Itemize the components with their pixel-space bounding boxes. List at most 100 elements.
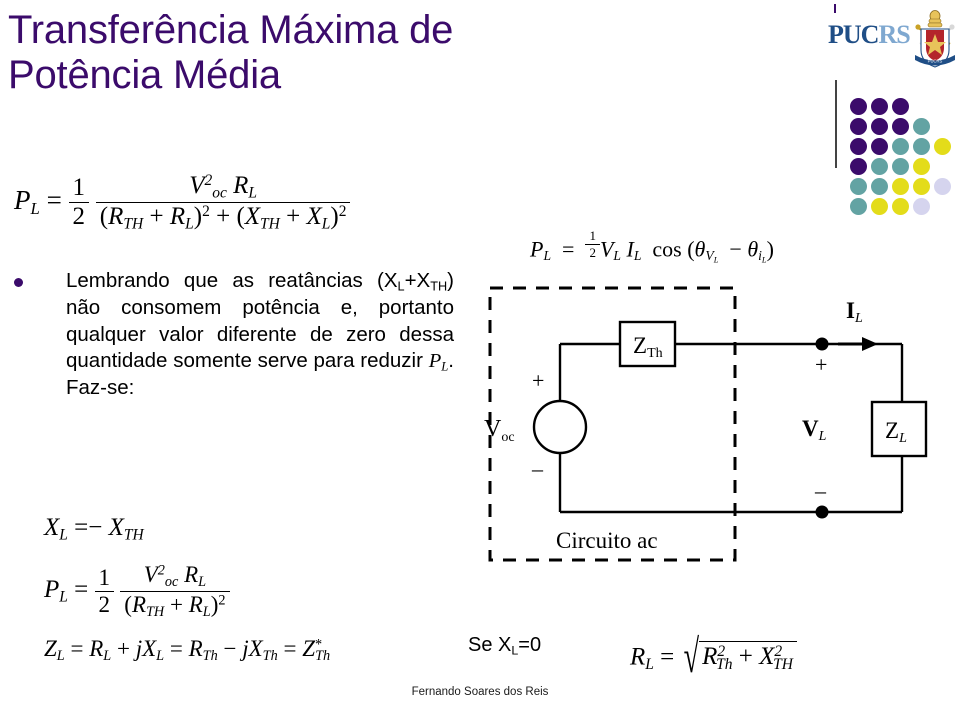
pl2-num-v-sub: oc xyxy=(164,573,179,590)
source-plus-label: + xyxy=(532,368,544,393)
pld-theta-1-subsub: L xyxy=(713,254,719,265)
zl-x-1-sub: L xyxy=(156,647,165,664)
zl-r: R xyxy=(89,636,104,661)
decorative-dot xyxy=(892,158,909,175)
bullet-text-part-1: Lembrando que as reatâncias (X xyxy=(66,269,398,292)
radical-icon: √ xyxy=(683,631,699,684)
pld-cos: cos xyxy=(652,236,682,262)
pld-open: ( xyxy=(687,236,695,262)
formula-lhs-sub: L xyxy=(30,198,40,218)
xl-rhs: X xyxy=(108,514,124,541)
pl2-half-num: 1 xyxy=(98,564,111,590)
pld-half-den: 2 xyxy=(585,244,600,261)
zl-r-2-sub: Th xyxy=(202,647,218,664)
den-plus-2: + xyxy=(286,203,301,231)
source-minus-label: – xyxy=(531,456,544,481)
zl-eq-1: = xyxy=(70,636,84,661)
rl-x-sub: TH xyxy=(773,655,793,673)
page-title-line-2: Potência Média xyxy=(8,52,281,97)
zl-lhs: Z xyxy=(44,636,57,661)
pld-lhs-sub: L xyxy=(543,248,552,264)
decorative-dot xyxy=(871,98,888,115)
node-dot-bottom xyxy=(815,505,829,519)
pld-theta-2-sub: iL xyxy=(758,248,767,264)
pld-theta-1-sub: VL xyxy=(705,248,719,265)
xl-lhs-sub: L xyxy=(59,526,68,544)
decorative-dot xyxy=(850,118,867,135)
xl-lhs: X xyxy=(44,514,60,541)
current-arrow-head-icon xyxy=(862,337,878,351)
footer-author: Fernando Soares dos Reis xyxy=(411,686,549,698)
formula-power-simplified: PL = 1 2 V2oc RL (RTH + RL)2 xyxy=(44,562,230,621)
circuit-svg: + – Voc ZTh ZL VL IL + – Circuito ac xyxy=(484,286,928,562)
rl-radicand: R2Th + X2TH xyxy=(699,641,797,673)
den-r1-sub: TH xyxy=(123,215,144,233)
decorative-dot xyxy=(871,178,888,195)
wordmark-puc: PUC xyxy=(828,20,879,49)
load-current-label: IL xyxy=(846,298,863,326)
formula-resistance-magnitude: RL = √ R2Th + X2TH xyxy=(630,632,797,683)
decorative-dot xyxy=(871,158,888,175)
zl-x-2-sub: Th xyxy=(262,647,278,664)
pl2-den-r2: R xyxy=(188,591,203,617)
zl-plus: + xyxy=(116,636,130,661)
load-voltage-label: VL xyxy=(802,416,827,444)
pld-close: ) xyxy=(766,236,774,262)
bullet-point-icon xyxy=(14,278,23,287)
zl-lhs-sub: L xyxy=(56,647,65,664)
den-plus-mid: + xyxy=(216,203,231,231)
den-r2: R xyxy=(169,203,186,231)
pld-equals: = xyxy=(562,236,575,262)
decorative-dot xyxy=(934,178,951,195)
formula-reactance-match: XL =− XTH xyxy=(44,514,144,544)
pl2-denominator: (RTH + RL)2 xyxy=(120,590,230,621)
pld-v-sub: L xyxy=(613,248,621,264)
decorative-dot xyxy=(913,158,930,175)
rl-plus: + xyxy=(738,643,753,671)
zl-r-2: R xyxy=(188,636,203,661)
zl-eq-3: = xyxy=(283,636,297,661)
node-dot-top xyxy=(815,337,829,351)
logo-tick-mark xyxy=(834,4,836,13)
source-label: Voc xyxy=(484,416,515,445)
pld-minus: − xyxy=(729,236,742,262)
decorative-dot xyxy=(892,198,909,215)
pld-i: I xyxy=(626,236,634,262)
thevenin-circuit-diagram: + – Voc ZTh ZL VL IL + – Circuito ac xyxy=(470,280,960,575)
formula-impedance-conjugate: ZL = RL + jXL = RTh − jXTh = Z*Th xyxy=(44,636,330,665)
pld-i-sub: L xyxy=(633,248,642,264)
zl-eq-2: = xyxy=(169,636,183,661)
den-exp-2: 2 xyxy=(338,203,347,221)
pl2-lhs: P xyxy=(44,576,60,604)
pld-lhs: P xyxy=(530,236,544,262)
decorative-dot xyxy=(850,198,867,215)
condition-label: Se XL=0 xyxy=(468,634,541,657)
pl2-den-r2-sub: L xyxy=(202,603,211,620)
decorative-dot xyxy=(913,178,930,195)
pucrs-wordmark: PUCRS xyxy=(828,20,911,50)
rl-lhs: R xyxy=(630,643,646,671)
wordmark-rs: RS xyxy=(878,20,910,49)
rl-lhs-sub: L xyxy=(645,655,654,673)
bullet-text-part-2: +X xyxy=(404,269,431,292)
bullet-sub-2: TH xyxy=(430,278,448,294)
den-r1: R xyxy=(108,203,124,231)
num-v: V xyxy=(189,172,205,200)
decorative-dot xyxy=(913,198,930,215)
pl2-num-r-sub: L xyxy=(198,573,207,590)
pl2-num-v: V xyxy=(143,562,158,587)
node-minus-label: – xyxy=(814,478,827,503)
decorative-dot xyxy=(850,158,867,175)
pl2-num-r: R xyxy=(184,562,199,587)
decorative-dot xyxy=(892,138,909,155)
zl-z-2-sub: Th xyxy=(315,647,331,664)
pl2-lhs-sub: L xyxy=(59,588,68,606)
bullet-paragraph: Lembrando que as reatâncias (XL+XTH) não… xyxy=(14,268,454,402)
pl2-den-plus: + xyxy=(169,591,183,617)
den-x1-sub: TH xyxy=(260,215,280,233)
pl2-den-open: ( xyxy=(124,591,132,617)
bullet-var-p: P xyxy=(428,350,442,373)
pl2-den-r1-sub: TH xyxy=(146,603,165,620)
ac-circuit-dashed-box xyxy=(488,286,737,562)
decorative-dot xyxy=(871,118,888,135)
